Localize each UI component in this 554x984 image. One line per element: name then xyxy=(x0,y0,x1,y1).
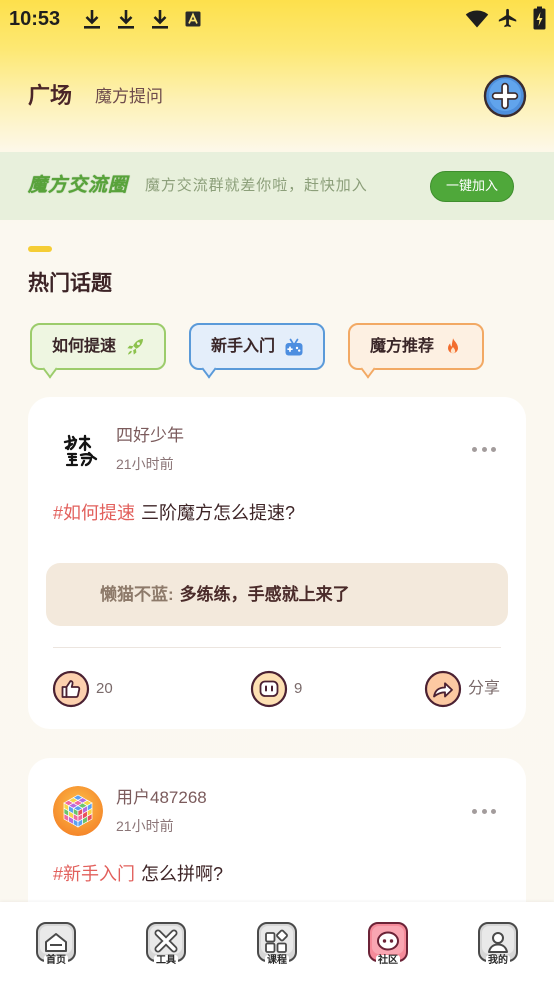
more-icon[interactable] xyxy=(472,444,496,454)
like-count: 20 xyxy=(96,680,113,697)
page-title[interactable]: 广场 xyxy=(28,82,72,110)
comment-icon xyxy=(250,670,288,708)
comment-author: 懒猫不蓝: xyxy=(100,585,174,604)
topic-chip-beginner[interactable]: 新手入门 xyxy=(189,323,325,370)
post-card[interactable]: 四好少年 21小时前 #如何提速 三阶魔方怎么提速? 懒猫不蓝: 多练练，手感就上来… xyxy=(28,397,526,729)
nav-item-home[interactable]: 首页 xyxy=(26,902,86,984)
thumbs-up-icon xyxy=(52,670,90,708)
download-icon xyxy=(83,8,101,30)
airplane-mode-icon xyxy=(497,7,519,29)
nav-label: 工具 xyxy=(154,955,178,966)
nav-label: 社区 xyxy=(376,955,400,966)
topic-tag[interactable]: #如何提速 xyxy=(53,503,135,523)
tab-questions[interactable]: 魔方提问 xyxy=(95,85,163,109)
post-text: 怎么拼啊? xyxy=(141,864,224,884)
comment-count: 9 xyxy=(294,680,303,697)
text-a-icon xyxy=(185,11,201,27)
fire-icon xyxy=(443,337,463,357)
share-button[interactable] xyxy=(424,670,462,708)
nav-item-profile[interactable]: 我的 xyxy=(468,902,528,984)
add-circle-icon xyxy=(483,74,527,118)
gamepad-icon xyxy=(284,337,304,357)
post-content[interactable]: #如何提速 三阶魔方怎么提速? xyxy=(53,501,295,525)
bottom-nav: 首页 工具 课程 社区 我的 xyxy=(0,902,554,984)
divider xyxy=(53,647,501,648)
post-content[interactable]: #新手入门 怎么拼啊? xyxy=(53,862,223,886)
status-time: 10:53 xyxy=(9,8,61,30)
banner-message: 魔方交流群就差你啦，赶快加入 xyxy=(145,177,368,194)
post-time: 21小时前 xyxy=(116,818,174,834)
topic-chip-label: 魔方推荐 xyxy=(370,337,435,355)
post-text: 三阶魔方怎么提速? xyxy=(141,503,296,523)
nav-label: 我的 xyxy=(486,955,510,966)
hot-topics-title: 热门话题 xyxy=(28,272,112,295)
banner-brand: 魔方交流圈 xyxy=(28,175,129,196)
download-icon xyxy=(117,8,135,30)
wifi-icon xyxy=(465,9,489,29)
top-comment[interactable]: 懒猫不蓝: 多练练，手感就上来了 xyxy=(46,563,508,626)
topic-chip-recommend[interactable]: 魔方推荐 xyxy=(348,323,484,370)
more-icon[interactable] xyxy=(472,806,496,816)
download-icon xyxy=(151,8,169,30)
rocket-icon xyxy=(125,337,145,357)
share-label[interactable]: 分享 xyxy=(468,679,500,699)
add-post-button[interactable] xyxy=(483,74,527,118)
like-button[interactable] xyxy=(52,670,90,708)
nav-item-tools[interactable]: 工具 xyxy=(136,902,196,984)
author-name[interactable]: 用户487268 xyxy=(116,787,207,809)
nav-label: 课程 xyxy=(265,955,289,966)
nav-item-community[interactable]: 社区 xyxy=(358,902,418,984)
topic-chip-speed[interactable]: 如何提速 xyxy=(30,323,166,370)
author-name[interactable]: 四好少年 xyxy=(116,425,184,447)
share-icon xyxy=(424,670,462,708)
post-time: 21小时前 xyxy=(116,456,174,472)
comment-button[interactable] xyxy=(250,670,288,708)
battery-charging-icon xyxy=(533,6,546,30)
group-banner[interactable]: 魔方交流圈 魔方交流群就差你啦，赶快加入 一键加入 xyxy=(0,152,554,220)
topic-tag[interactable]: #新手入门 xyxy=(53,864,135,884)
author-avatar[interactable] xyxy=(58,427,104,473)
topic-chip-label: 如何提速 xyxy=(52,337,117,355)
author-avatar[interactable] xyxy=(53,786,103,836)
nav-item-courses[interactable]: 课程 xyxy=(247,902,307,984)
section-accent-bar xyxy=(28,246,52,252)
nav-label: 首页 xyxy=(44,955,68,966)
comment-text: 多练练，手感就上来了 xyxy=(179,585,350,604)
topic-chip-label: 新手入门 xyxy=(211,337,276,355)
join-group-button[interactable]: 一键加入 xyxy=(430,171,514,202)
